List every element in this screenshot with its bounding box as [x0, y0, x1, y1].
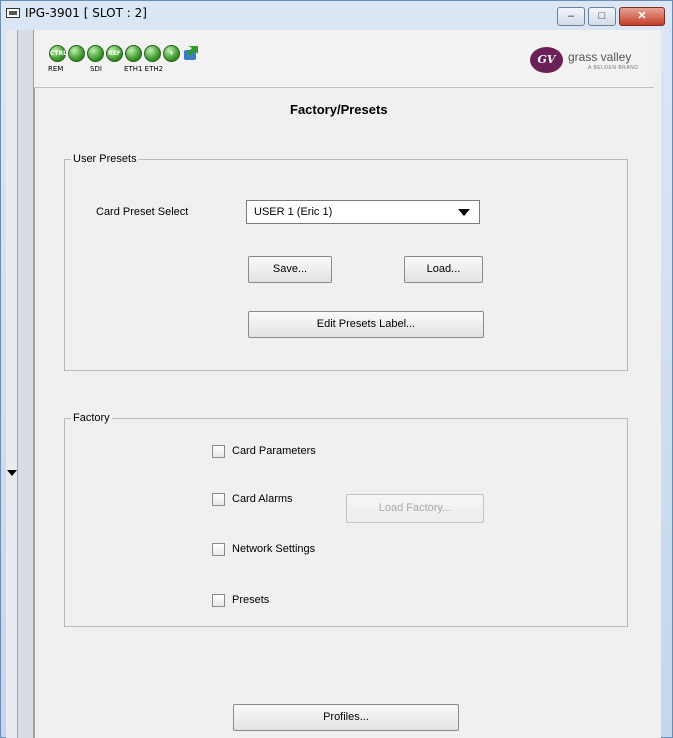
network-settings-checkbox[interactable] — [212, 543, 225, 556]
brand-subtitle: A BELDEN BRAND — [588, 65, 639, 71]
card-preset-select[interactable]: USER 1 (Eric 1) — [246, 200, 480, 224]
brand-name: grass valley — [568, 50, 632, 64]
main-panel — [34, 30, 661, 738]
close-button[interactable]: ✕ — [619, 7, 665, 26]
rem-label: REM — [48, 65, 64, 73]
arrow-icon[interactable] — [182, 44, 200, 62]
grass-valley-logo: GV grass valley A BELDEN BRAND — [530, 47, 654, 77]
load-button[interactable]: Load... — [404, 256, 483, 283]
eth2-icon[interactable] — [144, 45, 161, 62]
window-icon — [6, 8, 20, 18]
card-parameters-checkbox[interactable] — [212, 445, 225, 458]
save-button[interactable]: Save... — [248, 256, 332, 283]
status-icon-bar: CTRL REF + REM SDI ETH1 ETH2 GV grass va… — [34, 30, 654, 88]
page-title: Factory/Presets — [290, 102, 388, 117]
plus-icon[interactable]: + — [163, 45, 180, 62]
network-settings-label: Network Settings — [232, 543, 316, 555]
dropdown-arrow-icon — [458, 209, 470, 216]
tree-panel-edge — [18, 30, 34, 738]
gv-mark: GV — [530, 47, 563, 73]
left-rail — [6, 30, 18, 738]
factory-legend: Factory — [71, 412, 112, 424]
window-title: IPG-3901 [ SLOT : 2] — [25, 6, 147, 20]
profiles-button[interactable]: Profiles... — [233, 704, 459, 731]
eth1-icon[interactable] — [125, 45, 142, 62]
load-factory-button[interactable]: Load Factory... — [346, 494, 484, 523]
sdi-label: SDI — [90, 65, 102, 73]
card-alarms-checkbox[interactable] — [212, 493, 225, 506]
edit-presets-label-button[interactable]: Edit Presets Label... — [248, 311, 484, 338]
presets-label: Presets — [232, 594, 270, 606]
collapse-arrow-icon[interactable] — [7, 470, 17, 476]
card-preset-select-label: Card Preset Select — [96, 206, 189, 218]
status-led-icon[interactable] — [68, 45, 85, 62]
eth-label: ETH1 ETH2 — [124, 65, 164, 73]
title-bar: IPG-3901 [ SLOT : 2] – □ ✕ — [1, 1, 672, 29]
presets-checkbox[interactable] — [212, 594, 225, 607]
user-presets-group: User Presets — [64, 153, 628, 371]
card-preset-value: USER 1 (Eric 1) — [254, 206, 333, 218]
card-alarms-label: Card Alarms — [232, 493, 293, 505]
sdi-icon[interactable] — [87, 45, 104, 62]
minimize-button[interactable]: – — [557, 7, 585, 26]
user-presets-legend: User Presets — [71, 153, 139, 165]
card-parameters-label: Card Parameters — [232, 445, 316, 457]
ctrl-led-icon[interactable]: CTRL — [49, 45, 67, 62]
maximize-button[interactable]: □ — [588, 7, 616, 26]
ref-led-icon[interactable]: REF — [106, 45, 123, 62]
